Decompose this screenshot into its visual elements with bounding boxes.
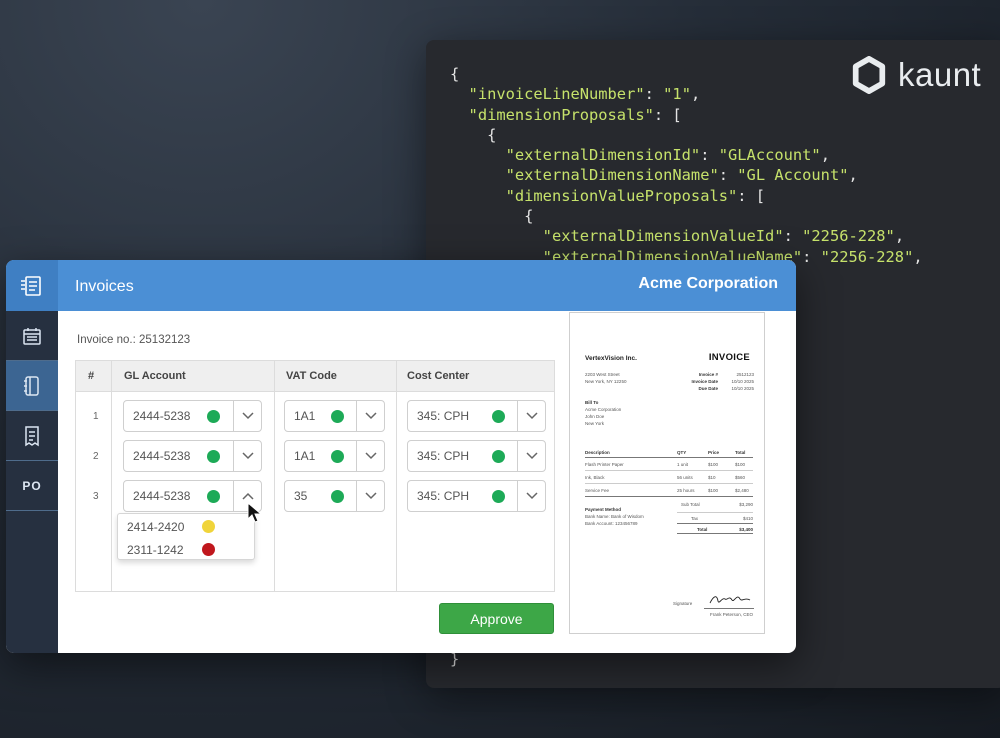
preview-vendor-address: 2203 West Street New York, NY 12250 [585, 372, 627, 384]
gl-account-select[interactable]: 2444-5238 [123, 400, 262, 432]
gl-account-dropdown: 2414-2420 2311-1242 [117, 513, 255, 560]
preview-meta-labels: Invoice # Invoice Date Due Date [691, 372, 718, 391]
vat-code-value: 1A1 [294, 409, 316, 423]
preview-title: INVOICE [708, 352, 750, 363]
preview-bill-to: Bill To Acme Corporation John Doe New York [585, 400, 622, 426]
chevron-down-icon[interactable] [517, 441, 545, 471]
top-bar: Invoices Acme Corporation [6, 260, 796, 311]
code-line: "externalDimensionValueId": "2256-228", [542, 227, 905, 246]
approve-button[interactable]: Approve [439, 603, 554, 634]
preview-totals: Sub Total $3,290 Tax $410 Total $3,400 [677, 501, 753, 534]
vat-code-select[interactable]: 1A1 [284, 400, 385, 432]
code-line: { [450, 207, 534, 226]
status-dot [207, 410, 220, 423]
kaunt-brand: kaunt [850, 56, 981, 94]
cost-center-select[interactable]: 345: CPH [407, 400, 546, 432]
sidebar-item-calendar[interactable] [6, 311, 58, 361]
vat-code-value: 35 [294, 489, 308, 503]
page-title: Invoices [75, 278, 134, 295]
gl-account-value: 2444-5238 [133, 449, 191, 463]
cost-center-select[interactable]: 345: CPH [407, 480, 546, 512]
column-header-cost-center: Cost Center [407, 370, 470, 382]
status-dot [331, 490, 344, 503]
gl-account-value: 2444-5238 [133, 409, 191, 423]
chevron-down-icon[interactable] [233, 441, 261, 471]
code-line: { [450, 125, 497, 144]
status-dot [331, 450, 344, 463]
status-dot [207, 450, 220, 463]
chevron-down-icon[interactable] [517, 481, 545, 511]
code-line: "dimensionValueProposals": [ [505, 186, 766, 205]
chevron-down-icon[interactable] [517, 401, 545, 431]
code-line: "dimensionProposals": [ [468, 105, 682, 124]
invoice-preview: VertexVision Inc. INVOICE 2203 West Stre… [569, 312, 765, 634]
dropdown-option[interactable]: 2414-2420 [118, 514, 254, 537]
preview-meta-values: 2512123 10/10 2025 10/10 2025 [731, 372, 754, 391]
cost-center-value: 345: CPH [417, 449, 470, 463]
calendar-icon [23, 327, 41, 345]
vat-code-value: 1A1 [294, 449, 316, 463]
row-number: 3 [93, 491, 99, 502]
preview-item-row: Flash Printer Paper 1 unit $100 $100 [585, 462, 746, 467]
status-dot [492, 490, 505, 503]
receipt-icon [25, 425, 39, 446]
invoices-nav-icon[interactable] [6, 260, 58, 311]
column-header-gl-account: GL Account [124, 370, 186, 382]
preview-payment: Payment Method Bank Name: Bank of Wisdom… [585, 507, 644, 526]
company-name: Acme Corporation [638, 275, 778, 292]
sidebar-item-po[interactable]: PO [6, 461, 58, 511]
status-dot [331, 410, 344, 423]
code-line: "externalDimensionName": "GL Account", [505, 166, 858, 185]
cost-center-select[interactable]: 345: CPH [407, 440, 546, 472]
chevron-down-icon[interactable] [233, 401, 261, 431]
vat-code-select[interactable]: 1A1 [284, 440, 385, 472]
brand-name: kaunt [898, 56, 982, 93]
status-dot [492, 410, 505, 423]
preview-vendor: VertexVision Inc. [585, 355, 637, 362]
gl-account-select[interactable]: 2444-5238 [123, 440, 262, 472]
signature-mark [709, 596, 751, 604]
code-line: "externalDimensionId": "GLAccount", [505, 146, 830, 165]
preview-item-row: Service Fee 25 hours $100 $2,480 [585, 488, 749, 493]
chevron-down-icon[interactable] [356, 441, 384, 471]
vat-code-select[interactable]: 35 [284, 480, 385, 512]
status-dot [207, 490, 220, 503]
status-dot [202, 520, 215, 533]
sidebar-item-po-label: PO [22, 478, 42, 493]
cost-center-value: 345: CPH [417, 409, 470, 423]
row-number: 2 [93, 451, 99, 462]
kaunt-logo-icon [852, 56, 886, 94]
notebook-icon [24, 375, 39, 396]
column-header-number: # [88, 370, 95, 382]
cost-center-value: 345: CPH [417, 489, 470, 503]
preview-signer: Frank Peterson, CEO [710, 612, 754, 617]
sidebar-item-receipt[interactable] [6, 411, 58, 461]
dropdown-option-label: 2414-2420 [127, 520, 185, 534]
invoice-number: Invoice no.: 25132123 [77, 334, 191, 346]
gl-account-value: 2444-5238 [133, 489, 191, 503]
chevron-down-icon[interactable] [356, 481, 384, 511]
status-dot [492, 450, 505, 463]
sidebar-item-notebook[interactable] [6, 361, 58, 411]
preview-table-header: Description QTY Price Total [585, 450, 746, 455]
preview-item-row: Ink, Black 56 units $10 $560 [585, 475, 746, 480]
dropdown-option[interactable]: 2311-1242 [118, 537, 254, 560]
preview-signature-label: Signature [673, 601, 693, 606]
status-dot [202, 543, 215, 556]
invoice-app-window: Invoices Acme Corporation PO Invoice no.… [6, 260, 796, 653]
mouse-cursor-icon [247, 502, 263, 523]
gl-account-select-open[interactable]: 2444-5238 [123, 480, 262, 512]
chevron-down-icon[interactable] [356, 401, 384, 431]
column-header-vat-code: VAT Code [286, 370, 337, 382]
row-number: 1 [93, 411, 99, 422]
dropdown-option-label: 2311-1242 [127, 543, 184, 557]
sidebar: PO [6, 311, 58, 653]
